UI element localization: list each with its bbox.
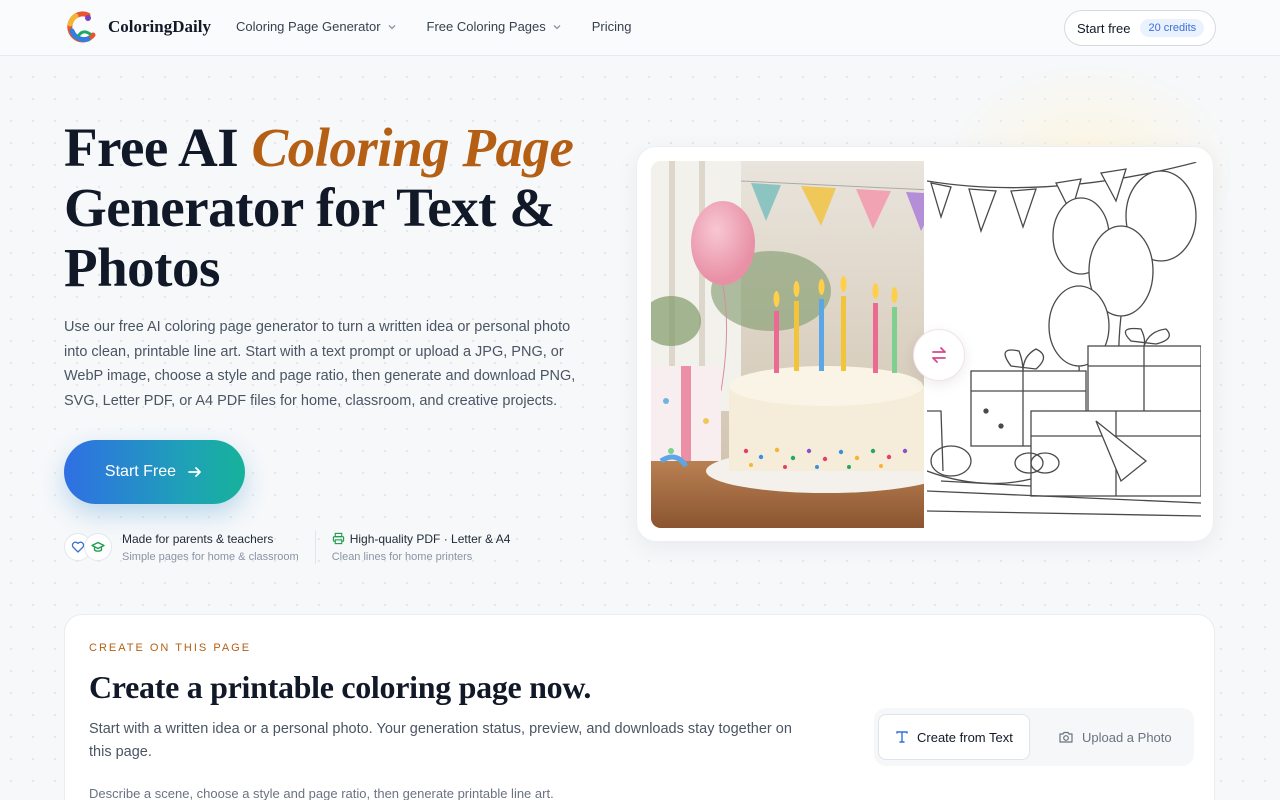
create-section-title: Create a printable coloring page now. xyxy=(89,669,592,705)
text-type-icon xyxy=(896,731,908,743)
divider xyxy=(314,530,316,564)
start-free-header-button[interactable]: Start free 20 credits xyxy=(1064,10,1216,46)
compare-swap-button[interactable] xyxy=(913,329,965,381)
brand-mark-icon xyxy=(67,11,96,43)
tab-upload-photo[interactable]: Upload a Photo xyxy=(1042,714,1188,760)
hero-description: Use our free AI coloring page generator … xyxy=(64,319,576,409)
hero-title-part2: Generator for Text & Photos xyxy=(64,177,555,298)
trust-title: High-quality PDF · Letter & A4 xyxy=(349,531,511,546)
nav-free-coloring-pages[interactable]: Free Coloring Pages xyxy=(427,19,562,34)
chevron-down-icon xyxy=(388,24,395,29)
brand-logo[interactable]: ColoringDaily xyxy=(64,9,211,45)
trust-subtitle: Simple pages for home & classroom xyxy=(122,550,299,563)
start-free-label: Start free xyxy=(1077,20,1131,36)
section-eyebrow: CREATE ON THIS PAGE xyxy=(89,642,252,654)
nav-pricing[interactable]: Pricing xyxy=(592,19,632,34)
before-after-image[interactable] xyxy=(651,161,1201,528)
nav-coloring-page-generator[interactable]: Coloring Page Generator xyxy=(236,19,397,34)
before-after-card xyxy=(636,146,1214,542)
create-section-description: Start with a written idea or a personal … xyxy=(89,721,792,760)
credits-badge: 20 credits xyxy=(1140,19,1205,37)
hero-title-part1: Free AI xyxy=(64,117,252,178)
trust-subtitle: Clean lines for home printers xyxy=(331,550,473,563)
site-header: ColoringDaily Coloring Page Generator Fr… xyxy=(0,0,1280,56)
camera-icon xyxy=(1059,731,1073,743)
trust-item-parents: Made for parents & teachers Simple pages… xyxy=(122,532,299,563)
trust-title: Made for parents & teachers xyxy=(122,531,274,546)
brand-name: ColoringDaily xyxy=(108,17,211,36)
create-hint-text: Describe a scene, choose a style and pag… xyxy=(89,786,554,800)
trust-title-row: High-quality PDF · Letter & A4 xyxy=(332,531,511,546)
hero-title-accent: Coloring Page xyxy=(251,117,574,178)
swap-arrows-icon xyxy=(932,347,946,363)
trust-icon-group xyxy=(64,530,116,564)
create-section-card: CREATE ON THIS PAGE Create a printable c… xyxy=(64,614,1215,800)
arrow-right-icon xyxy=(188,467,201,477)
hero-title: Free AI Coloring Page Generator for Text … xyxy=(64,118,624,298)
main-nav: Coloring Page Generator Free Coloring Pa… xyxy=(236,19,632,34)
tab-label: Upload a Photo xyxy=(1082,729,1172,745)
cta-label: Start Free xyxy=(104,463,177,480)
tab-create-from-text[interactable]: Create from Text xyxy=(878,714,1030,760)
start-free-cta-button[interactable]: Start Free xyxy=(64,440,245,504)
printer-icon xyxy=(332,532,344,545)
create-mode-tabs: Create from Text Upload a Photo xyxy=(874,708,1194,766)
graduation-cap-icon xyxy=(84,533,112,561)
trust-badges: Made for parents & teachers Simple pages… xyxy=(64,530,510,564)
nav-label: Coloring Page Generator xyxy=(236,19,381,34)
nav-label: Pricing xyxy=(591,19,632,34)
chevron-down-icon xyxy=(553,24,561,29)
tab-label: Create from Text xyxy=(917,729,1013,745)
trust-item-pdf: High-quality PDF · Letter & A4 Clean lin… xyxy=(332,532,511,563)
nav-label: Free Coloring Pages xyxy=(426,19,546,34)
